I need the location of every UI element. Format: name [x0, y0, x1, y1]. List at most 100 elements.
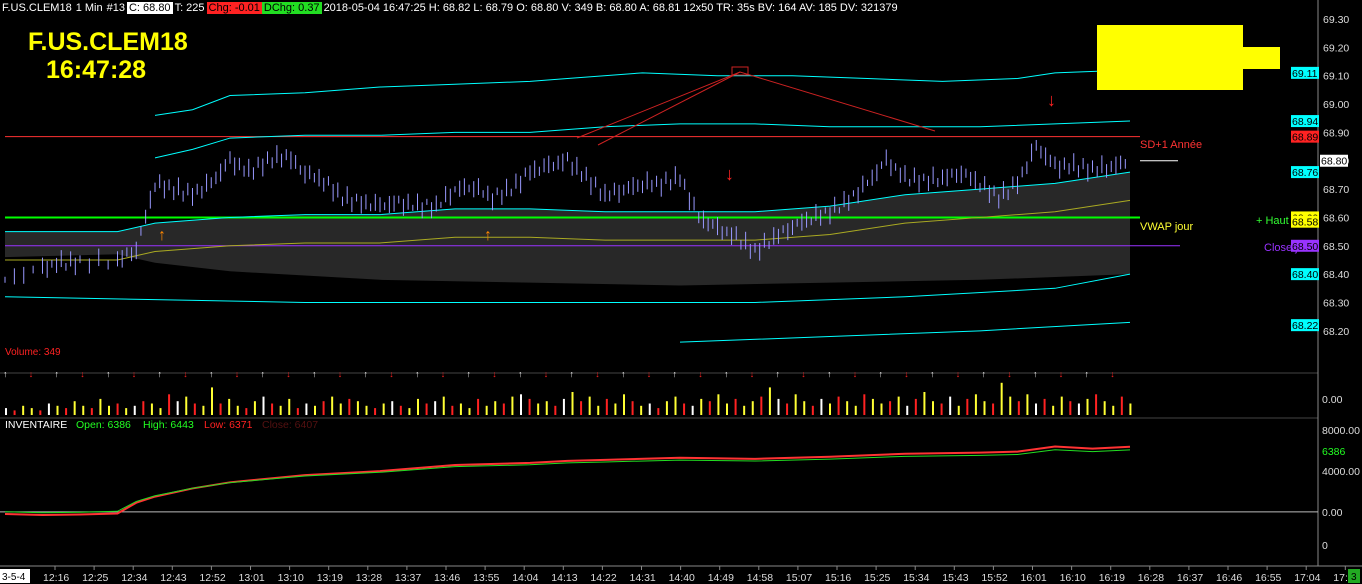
time-axis-label: 16:55: [1255, 572, 1281, 584]
volume-bar: [1000, 382, 1003, 415]
volume-bar: [992, 403, 995, 415]
volume-up-arrow: ↓: [1059, 369, 1064, 379]
volume-up-arrow: ↑: [3, 369, 8, 379]
time-axis-label: 15:16: [825, 572, 851, 584]
volume-up-arrow: ↑: [467, 369, 472, 379]
volume-up-arrow: ↓: [647, 369, 652, 379]
bottom-right-label: 3: [1351, 572, 1357, 583]
volume-bar: [614, 403, 617, 415]
volume-up-arrow: ↑: [518, 369, 523, 379]
inventory-axis-tick: 4000.00: [1322, 466, 1360, 478]
volume-bar: [271, 403, 274, 415]
time-axis-label: 13:46: [434, 572, 460, 584]
volume-up-arrow: ↑: [982, 369, 987, 379]
volume-up-arrow: ↑: [158, 369, 163, 379]
volume-bar: [425, 403, 428, 415]
volume-bar: [108, 405, 110, 415]
volume-bar: [803, 401, 806, 415]
volume-bar: [1043, 398, 1046, 415]
volume-bar: [219, 403, 222, 415]
volume-bar: [468, 408, 471, 415]
time-axis-label: 14:40: [669, 572, 695, 584]
inventory-close: Close: 6407: [262, 419, 318, 431]
volume-bar: [1017, 401, 1020, 415]
highlight-block-tab: [1243, 47, 1280, 69]
volume-bar: [631, 401, 634, 415]
time-axis-label: 14:22: [590, 572, 616, 584]
inventory-open: Open: 6386: [76, 419, 131, 431]
volume-bar: [236, 405, 239, 415]
volume-bar: [949, 396, 952, 415]
volume-bar: [5, 408, 7, 415]
volume-bar: [434, 401, 437, 415]
price-axis-tick: 68.30: [1323, 297, 1349, 309]
time-axis-label: 16:19: [1099, 572, 1125, 584]
volume-bar: [39, 410, 42, 415]
volume-bar: [794, 394, 797, 415]
volume-bar: [665, 401, 668, 415]
time-axis-label: 16:46: [1216, 572, 1242, 584]
volume-bar: [13, 410, 16, 415]
volume-up-arrow: ↓: [904, 369, 909, 379]
volume-up-arrow: ↑: [106, 369, 111, 379]
inventory-high: High: 6443: [143, 419, 194, 431]
band-upper2-line: [154, 69, 1131, 116]
volume-up-arrow: ↑: [1085, 369, 1090, 379]
price-tag: 69.11: [1292, 68, 1318, 80]
volume-up-arrow: ↓: [956, 369, 961, 379]
volume-bar: [863, 394, 866, 415]
time-axis-label: 13:28: [356, 572, 382, 584]
volume-bar: [717, 394, 720, 415]
volume-bar: [545, 401, 548, 415]
volume-bar: [90, 408, 93, 415]
volume-bar: [262, 396, 265, 415]
volume-bar: [1035, 403, 1037, 415]
volume-up-arrow: ↓: [389, 369, 394, 379]
volume-bar: [73, 401, 76, 415]
volume-bar: [348, 398, 351, 415]
volume-bar: [880, 403, 883, 415]
inventory-title: INVENTAIRE: [5, 419, 67, 431]
volume-bar: [657, 408, 660, 415]
volume-up-arrow: ↑: [724, 369, 729, 379]
volume-bar: [502, 403, 505, 415]
volume-bar: [150, 403, 153, 415]
time-axis-label: 15:07: [786, 572, 812, 584]
time-axis-label: 12:52: [199, 572, 225, 584]
volume-bar: [580, 401, 583, 415]
volume-bar: [331, 396, 334, 415]
volume-bar: [99, 398, 102, 415]
volume-bar: [116, 403, 119, 415]
volume-bar: [1086, 398, 1089, 415]
bar-info: 2018-05-04 16:47:25 H: 68.82 L: 68.79 O:…: [323, 2, 898, 14]
volume-up-arrow: ↓: [183, 369, 188, 379]
volume-up-arrow: ↑: [55, 369, 60, 379]
time-axis-label: 15:52: [981, 572, 1007, 584]
volume-bar: [743, 405, 746, 415]
volume-up-arrow: ↑: [1033, 369, 1038, 379]
inventory-average-line: [4, 449, 1131, 514]
volume-bar: [82, 405, 85, 415]
volume-up-arrow: ↑: [673, 369, 678, 379]
swing-connector-2: [597, 71, 741, 146]
volume-bar: [726, 403, 728, 415]
down-signal-arrow: ↓: [725, 164, 734, 184]
band-upper1-line: [154, 120, 1131, 159]
volume-bar: [305, 403, 308, 415]
inventory-axis-tick: 0.00: [1322, 507, 1343, 519]
price-tag: 68.40: [1292, 269, 1318, 281]
volume-bar: [1112, 405, 1115, 415]
volume-bar: [322, 401, 325, 415]
time-axis-label: 16:10: [1060, 572, 1086, 584]
price-axis-tick: 69.30: [1323, 14, 1349, 26]
volume-bar: [811, 405, 814, 415]
time-axis-label: 16:37: [1177, 572, 1203, 584]
time-axis-label: 13:19: [317, 572, 343, 584]
volume-bar: [923, 392, 926, 415]
interval-label: 1 Min: [75, 2, 103, 14]
volume-bar: [417, 398, 419, 415]
up-signal-arrow: ↑: [158, 227, 166, 244]
volume-bar: [932, 401, 934, 415]
volume-bar: [374, 408, 377, 415]
volume-bar: [1052, 405, 1055, 415]
